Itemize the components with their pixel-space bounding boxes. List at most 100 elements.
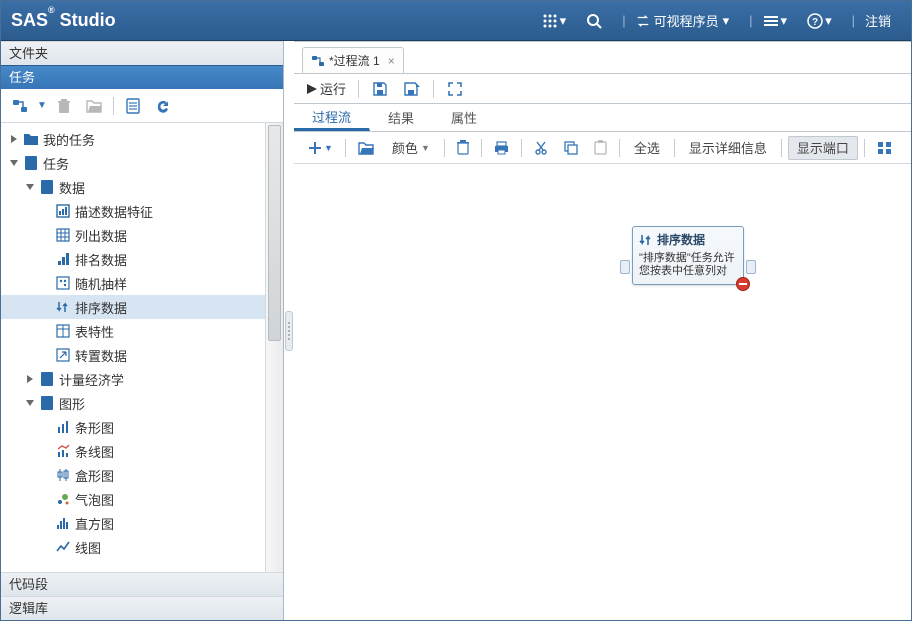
- svg-text:?: ?: [812, 17, 818, 28]
- toolbar-divider: [481, 139, 482, 157]
- apps-grid-icon[interactable]: ▾: [532, 7, 577, 35]
- toolbar-divider: [864, 139, 865, 157]
- toolbar-divider: [619, 139, 620, 157]
- tree-node-econometrics[interactable]: 计量经济学: [1, 367, 265, 391]
- delete-node-button[interactable]: [451, 136, 475, 160]
- editor-subtabs: 过程流 结果 属性: [294, 104, 911, 132]
- tree-node-describe-data[interactable]: 描述数据特征: [1, 199, 265, 223]
- show-details-label: 显示详细信息: [689, 138, 767, 157]
- scrollbar-thumb[interactable]: [268, 125, 281, 341]
- select-all-button[interactable]: 全选: [626, 136, 668, 160]
- help-icon[interactable]: ? ▾: [797, 7, 842, 35]
- subtab-properties[interactable]: 属性: [433, 104, 496, 131]
- show-ports-button[interactable]: 显示端口: [788, 136, 858, 160]
- refresh-button[interactable]: [150, 93, 176, 119]
- tree-scrollbar[interactable]: [265, 123, 283, 572]
- editor-tab-label: *过程流 1: [329, 52, 380, 69]
- color-button[interactable]: 颜色▼: [384, 136, 438, 160]
- sort-icon: [55, 299, 71, 315]
- save-as-button[interactable]: [399, 77, 425, 101]
- expand-icon[interactable]: [7, 135, 21, 143]
- properties-button[interactable]: [120, 93, 146, 119]
- paste-button[interactable]: [588, 136, 613, 160]
- tree-node-sort-data[interactable]: 排序数据: [1, 295, 265, 319]
- section-folders[interactable]: 文件夹: [1, 41, 283, 65]
- book-icon: [39, 371, 55, 387]
- tree-node-my-tasks[interactable]: 我的任务: [1, 127, 265, 151]
- more-menu-icon[interactable]: ▾: [739, 7, 797, 35]
- tree-label: 图形: [59, 394, 85, 413]
- delete-task-button[interactable]: [51, 93, 77, 119]
- role-label: 可视程序员: [654, 11, 719, 30]
- tree-node-bar-line-chart[interactable]: 条线图: [1, 439, 265, 463]
- flow-node-card[interactable]: 排序数据 "排序数据"任务允许您按表中任意列对: [632, 226, 744, 285]
- print-button[interactable]: [488, 136, 515, 160]
- tree-node-table-attributes[interactable]: 表特性: [1, 319, 265, 343]
- toolbar-divider: [781, 139, 782, 157]
- copy-button[interactable]: [558, 136, 584, 160]
- tree-node-box-plot[interactable]: 盒形图: [1, 463, 265, 487]
- sign-out-button[interactable]: 注销: [842, 7, 901, 35]
- bar-chart-icon: [55, 419, 71, 435]
- tree-node-graphics[interactable]: 图形: [1, 391, 265, 415]
- tree-label: 转置数据: [75, 346, 127, 365]
- tree-node-rank-data[interactable]: 排名数据: [1, 247, 265, 271]
- tree-node-bubble-chart[interactable]: 气泡图: [1, 487, 265, 511]
- tree-node-random-sample[interactable]: 随机抽样: [1, 271, 265, 295]
- subtab-results[interactable]: 结果: [370, 104, 433, 131]
- show-ports-label: 显示端口: [797, 138, 849, 157]
- grid-icon: [55, 227, 71, 243]
- new-task-flow-button[interactable]: [7, 93, 33, 119]
- expand-icon[interactable]: [23, 375, 37, 383]
- cut-button[interactable]: [528, 136, 554, 160]
- book-icon: [39, 395, 55, 411]
- flow-node-output-port[interactable]: [746, 260, 756, 274]
- search-icon[interactable]: [576, 7, 612, 35]
- close-tab-icon[interactable]: ×: [388, 54, 395, 68]
- collapse-icon[interactable]: [23, 183, 37, 191]
- split-drag-handle[interactable]: [285, 311, 293, 351]
- role-switch-button[interactable]: 可视程序员 ▾: [612, 7, 739, 35]
- toolbar-divider: [345, 139, 346, 157]
- fullscreen-button[interactable]: [442, 77, 468, 101]
- flow-node-title: 排序数据: [657, 231, 705, 248]
- layout-arrange-button[interactable]: [871, 136, 898, 160]
- line-chart-icon: [55, 539, 71, 555]
- flow-node-sort-data[interactable]: 排序数据 "排序数据"任务允许您按表中任意列对: [632, 226, 744, 285]
- save-button[interactable]: [367, 77, 393, 101]
- tree-node-list-data[interactable]: 列出数据: [1, 223, 265, 247]
- collapse-icon[interactable]: [7, 159, 21, 167]
- open-task-button[interactable]: [81, 93, 107, 119]
- flow-node-input-port[interactable]: [620, 260, 630, 274]
- tree-label: 计量经济学: [59, 370, 124, 389]
- open-button[interactable]: [352, 136, 380, 160]
- dropdown-caret-icon[interactable]: ▼: [37, 100, 47, 111]
- tasks-toolbar: ▼: [1, 89, 283, 123]
- tree-label: 条形图: [75, 418, 114, 437]
- tree-node-histogram[interactable]: 直方图: [1, 511, 265, 535]
- tree-node-bar-chart[interactable]: 条形图: [1, 415, 265, 439]
- section-snippets[interactable]: 代码段: [1, 572, 283, 596]
- toolbar-divider: [444, 139, 445, 157]
- run-label: 运行: [320, 79, 346, 98]
- tree-label: 随机抽样: [75, 274, 127, 293]
- tree-label: 排序数据: [75, 298, 127, 317]
- collapse-icon[interactable]: [23, 399, 37, 407]
- bubble-chart-icon: [55, 491, 71, 507]
- tree-node-line-chart[interactable]: 线图: [1, 535, 265, 559]
- tree-node-transpose-data[interactable]: 转置数据: [1, 343, 265, 367]
- folder-icon: [23, 131, 39, 147]
- editor-tab-flow1[interactable]: *过程流 1 ×: [302, 47, 404, 73]
- section-tasks[interactable]: 任务: [1, 65, 283, 89]
- select-all-label: 全选: [634, 138, 660, 157]
- show-details-button[interactable]: 显示详细信息: [681, 136, 775, 160]
- tree-node-tasks[interactable]: 任务: [1, 151, 265, 175]
- tree-label: 任务: [43, 154, 69, 173]
- process-flow-canvas[interactable]: 排序数据 "排序数据"任务允许您按表中任意列对: [294, 164, 911, 620]
- color-label: 颜色: [392, 138, 418, 157]
- section-libraries[interactable]: 逻辑库: [1, 596, 283, 620]
- add-node-button[interactable]: ▼: [302, 136, 339, 160]
- run-button[interactable]: 运行: [302, 77, 350, 100]
- tree-node-data[interactable]: 数据: [1, 175, 265, 199]
- subtab-flow[interactable]: 过程流: [294, 104, 370, 131]
